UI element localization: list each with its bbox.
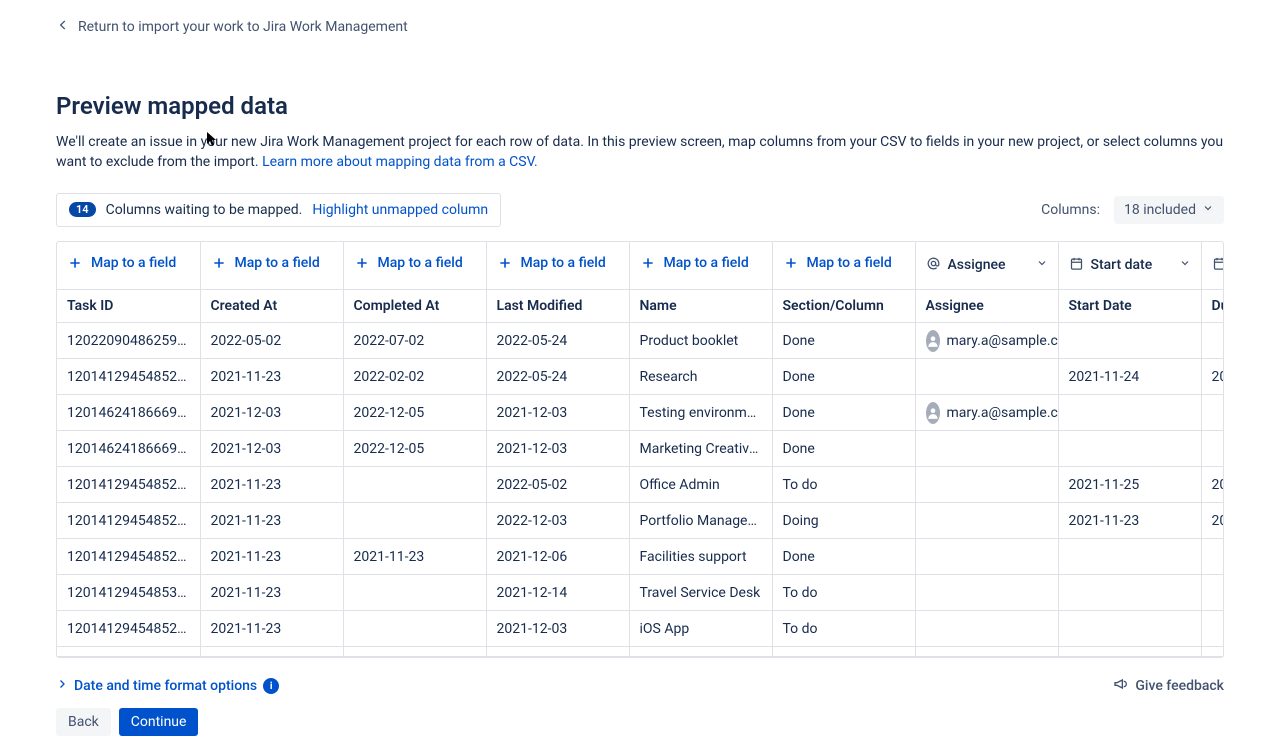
avatar bbox=[926, 330, 940, 352]
columns-included-dropdown[interactable]: 18 included bbox=[1114, 196, 1224, 224]
table-row: 12014129454852702021-11-232022-02-022022… bbox=[57, 359, 1224, 395]
chevron-down-icon bbox=[1179, 257, 1191, 273]
page-title: Preview mapped data bbox=[56, 92, 1224, 120]
page-subtitle: We'll create an issue in your new Jira W… bbox=[56, 132, 1224, 173]
unmapped-count-badge: 14 bbox=[69, 202, 96, 217]
table-row: 12022090486259362022-05-022022-07-022022… bbox=[57, 323, 1224, 359]
unmapped-message: Columns waiting to be mapped. bbox=[106, 202, 303, 218]
start-date-field-dropdown-icon bbox=[1069, 256, 1084, 275]
map-to-field-button[interactable]: Map to a field bbox=[211, 255, 320, 271]
column-header: Due bbox=[1201, 290, 1224, 323]
plus-icon bbox=[354, 255, 370, 271]
due-date-field-dropdown[interactable] bbox=[1212, 256, 1225, 275]
map-to-field-button[interactable]: Map to a field bbox=[640, 255, 749, 271]
assignee-field-dropdown[interactable]: Assignee bbox=[926, 256, 1048, 275]
map-to-field-button[interactable]: Map to a field bbox=[783, 255, 892, 271]
column-header: Completed At bbox=[343, 290, 486, 323]
give-feedback-link[interactable]: Give feedback bbox=[1113, 676, 1224, 696]
start-date-field-dropdown[interactable]: Start date bbox=[1069, 256, 1191, 275]
map-to-field-button[interactable]: Map to a field bbox=[354, 255, 463, 271]
plus-icon bbox=[211, 255, 227, 271]
chevron-right-icon bbox=[56, 678, 68, 694]
column-header: Assignee bbox=[915, 290, 1058, 323]
column-header: Name bbox=[629, 290, 772, 323]
table-row: 12014129454852692021-11-232021-11-232021… bbox=[57, 539, 1224, 575]
highlight-unmapped-link[interactable]: Highlight unmapped column bbox=[312, 202, 488, 218]
table-row bbox=[57, 647, 1224, 657]
continue-button[interactable]: Continue bbox=[119, 708, 199, 736]
date-format-expander[interactable]: Date and time format options i bbox=[56, 678, 279, 694]
map-to-field-button[interactable]: Map to a field bbox=[67, 255, 176, 271]
column-header: Created At bbox=[200, 290, 343, 323]
columns-label: Columns: bbox=[1041, 202, 1100, 218]
unmapped-columns-banner: 14 Columns waiting to be mapped. Highlig… bbox=[56, 193, 501, 227]
column-header: Last Modified bbox=[486, 290, 629, 323]
back-button[interactable]: Back bbox=[56, 708, 111, 736]
plus-icon bbox=[640, 255, 656, 271]
table-row: 12014129454852722021-11-232022-05-02Offi… bbox=[57, 467, 1224, 503]
chevron-down-icon bbox=[1202, 202, 1214, 218]
table-row: 12014129454852682021-11-232022-12-03Port… bbox=[57, 503, 1224, 539]
plus-icon bbox=[783, 255, 799, 271]
column-header: Section/Column bbox=[772, 290, 915, 323]
assignee-field-dropdown-icon bbox=[926, 256, 941, 275]
learn-more-link[interactable]: Learn more about mapping data from a CSV… bbox=[262, 154, 538, 170]
preview-table: Map to a field Map to a field Map to a fie… bbox=[56, 241, 1224, 659]
column-header: Start Date bbox=[1058, 290, 1201, 323]
megaphone-icon bbox=[1113, 676, 1129, 696]
plus-icon bbox=[497, 255, 513, 271]
map-to-field-button[interactable]: Map to a field bbox=[497, 255, 606, 271]
info-icon: i bbox=[263, 678, 279, 694]
table-row: 12014129454853702021-11-232021-12-14Trav… bbox=[57, 575, 1224, 611]
avatar bbox=[926, 402, 940, 424]
column-header: Task ID bbox=[57, 290, 200, 323]
back-link[interactable]: Return to import your work to Jira Work … bbox=[56, 0, 1224, 36]
table-row: 12014129454852772021-11-232021-12-03iOS … bbox=[57, 611, 1224, 647]
back-link-label: Return to import your work to Jira Work … bbox=[78, 19, 408, 35]
table-row: 12014624186669982021-12-032022-12-052021… bbox=[57, 395, 1224, 431]
arrow-left-icon bbox=[56, 18, 70, 36]
table-row: 12014624186669992021-12-032022-12-052021… bbox=[57, 431, 1224, 467]
calendar-icon bbox=[1212, 256, 1225, 275]
chevron-down-icon bbox=[1036, 257, 1048, 273]
plus-icon bbox=[67, 255, 83, 271]
